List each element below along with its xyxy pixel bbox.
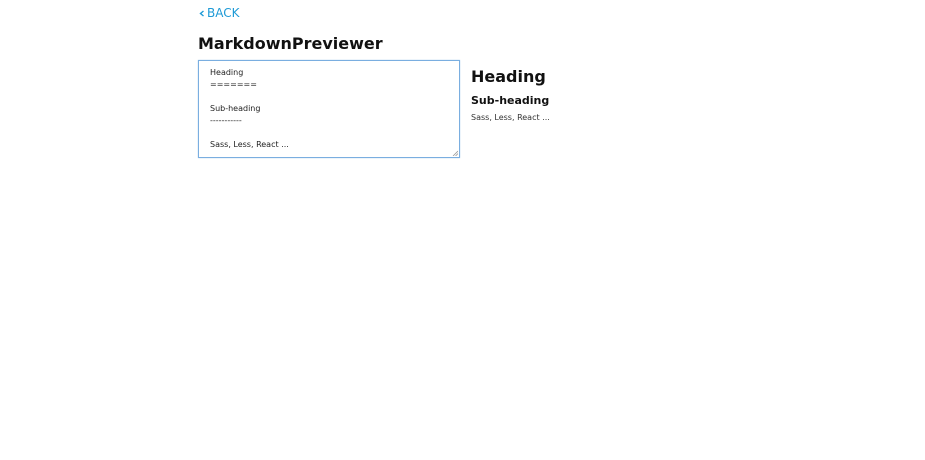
preview-subheading: Sub-heading: [471, 94, 550, 107]
chevron-left-icon: [198, 8, 206, 18]
back-label: BACK: [207, 6, 240, 20]
page-title: MarkdownPreviewer: [198, 34, 383, 53]
preview-heading: Heading: [471, 67, 546, 86]
markdown-preview: Heading Sub-heading Sass, Less, React ..…: [471, 66, 771, 124]
back-link[interactable]: BACK: [198, 5, 239, 21]
preview-paragraph: Sass, Less, React ...: [471, 113, 550, 122]
markdown-editor[interactable]: Heading ======= Sub-heading ----------- …: [198, 60, 460, 158]
resize-handle-icon[interactable]: [452, 150, 458, 156]
